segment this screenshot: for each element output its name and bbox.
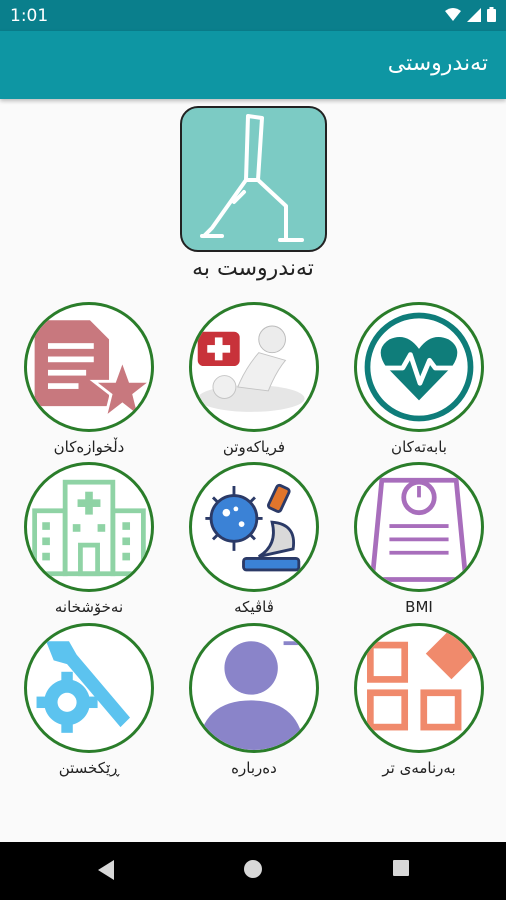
tile-first-aid-label: فریاکەوتن: [222, 438, 286, 456]
status-bar: 1:01: [0, 0, 506, 31]
back-icon[interactable]: [96, 859, 116, 881]
about-user-icon: [197, 641, 307, 750]
tile-topics-label: بابەتەکان: [391, 438, 447, 456]
status-time: 1:01: [10, 6, 49, 26]
tile-more-apps-label: بەرنامەی تر: [382, 759, 456, 777]
settings-wrench-gear-icon: [36, 641, 131, 733]
heart-pulse-icon: [364, 312, 474, 422]
hospital-icon: [32, 479, 146, 577]
navigation-bar: [0, 842, 506, 900]
favorites-document-star-icon: [34, 320, 151, 422]
scale-icon: [369, 477, 469, 582]
first-aid-icon: [197, 325, 305, 412]
tile-hospital[interactable]: [24, 462, 154, 592]
tile-more-apps[interactable]: [354, 623, 484, 753]
tile-vaccine-label: ڤاڤیکە: [234, 598, 274, 616]
tile-hospital-label: نەخۆشخانە: [54, 598, 124, 616]
tile-about[interactable]: [189, 623, 319, 753]
tile-settings[interactable]: [24, 623, 154, 753]
healthy-card[interactable]: [180, 106, 327, 252]
more-apps-icon: [367, 628, 478, 731]
healthy-label: تەندروست بە: [192, 256, 314, 281]
tile-vaccine[interactable]: [189, 462, 319, 592]
signal-icon: [467, 7, 481, 22]
tile-settings-label: ڕێکخستن: [58, 759, 120, 777]
tile-about-label: دەربارە: [231, 759, 277, 777]
tile-first-aid[interactable]: [189, 302, 319, 432]
battery-icon: [487, 7, 496, 22]
wifi-icon: [445, 7, 461, 21]
recents-icon[interactable]: [392, 859, 410, 877]
status-icons: [445, 7, 496, 22]
virus-microscope-icon: [205, 483, 301, 572]
tile-favorites-label: دڵخوازەکان: [53, 438, 125, 456]
tile-topics[interactable]: [354, 302, 484, 432]
app-bar: تەندروستی: [0, 31, 506, 99]
tile-bmi[interactable]: [354, 462, 484, 592]
app-title: تەندروستی: [387, 51, 488, 76]
home-icon[interactable]: [243, 859, 263, 879]
tile-favorites[interactable]: [24, 302, 154, 432]
yoga-pose-icon: [200, 114, 304, 242]
tile-bmi-label: BMI: [405, 598, 433, 616]
